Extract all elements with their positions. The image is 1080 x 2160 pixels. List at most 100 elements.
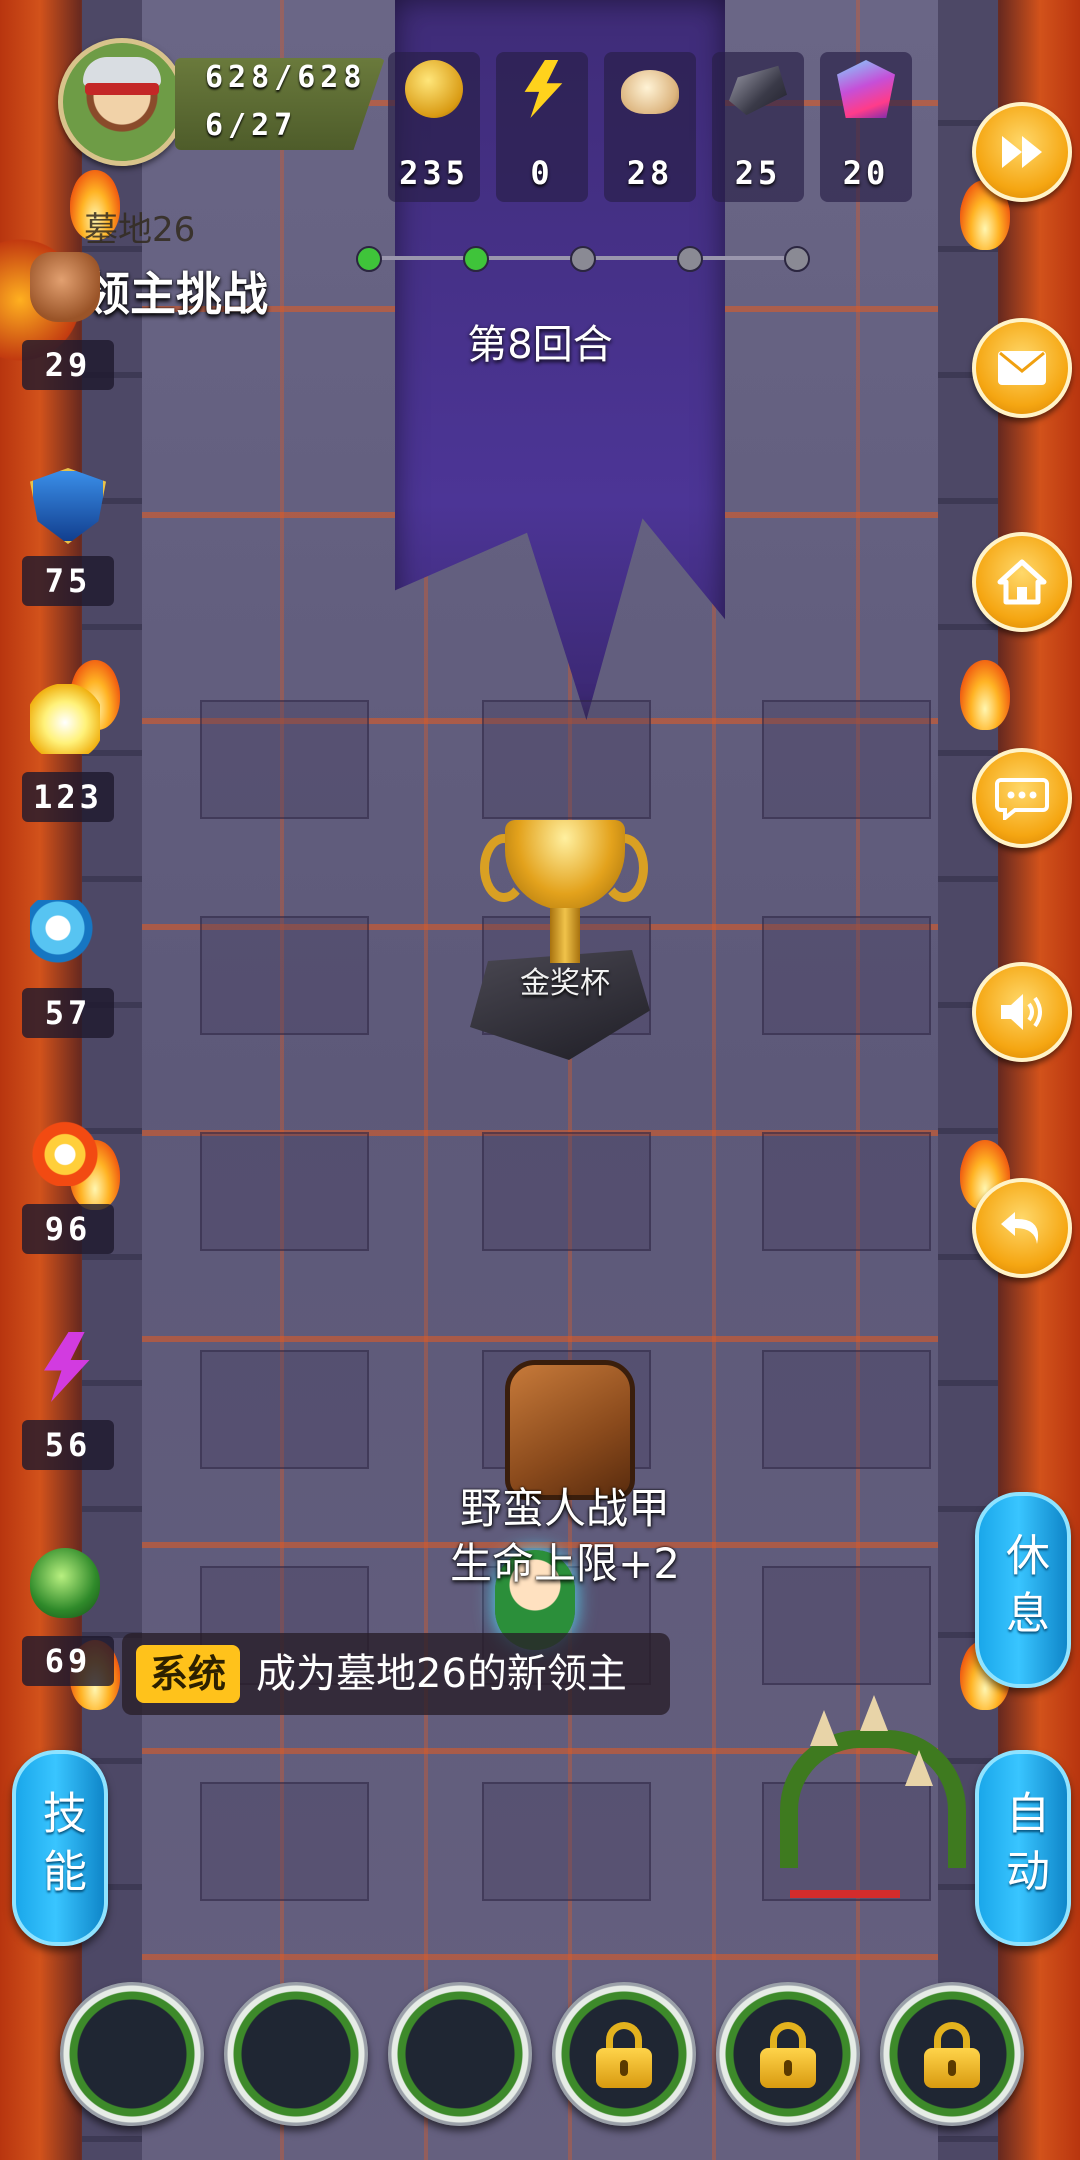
skill-slot-locked[interactable]: [552, 1982, 696, 2126]
hp-value: 628/628: [205, 60, 367, 95]
skill-slot[interactable]: [60, 1982, 204, 2126]
system-tag: 系统: [136, 1645, 240, 1703]
board-cell[interactable]: [200, 1782, 369, 1901]
flame-decoration: [960, 660, 1010, 730]
resource-bun: 28: [604, 52, 696, 202]
lightning-icon: [524, 60, 563, 118]
attribute-value: 123: [22, 772, 114, 822]
enemy-health-bar: [790, 1890, 900, 1898]
vine-spike: [905, 1750, 933, 1786]
attribute-value: 75: [22, 556, 114, 606]
board-cell[interactable]: [200, 1350, 369, 1469]
board-cell[interactable]: [200, 1132, 369, 1251]
chat-button[interactable]: [972, 748, 1072, 848]
item-effect: 生命上限+2: [450, 1539, 680, 1588]
lock-icon: [596, 2022, 652, 2088]
lock-keyhole: [784, 2060, 792, 2076]
board-cell[interactable]: [762, 1132, 931, 1251]
thorn-vine-enemy[interactable]: [760, 1690, 966, 1868]
fast-forward-button[interactable]: [972, 102, 1072, 202]
rest-button[interactable]: 休息: [975, 1492, 1071, 1688]
attribute-value: 29: [22, 340, 114, 390]
attribute-stat[interactable]: 96: [22, 1116, 114, 1266]
progress-dot: [356, 246, 382, 272]
trophy-label: 金奖杯: [520, 966, 610, 1001]
board-cell[interactable]: [482, 1132, 651, 1251]
board-cell[interactable]: [762, 700, 931, 819]
moves-value: 6/27: [205, 108, 298, 143]
home-button[interactable]: [972, 532, 1072, 632]
vine-body: [780, 1730, 966, 1868]
skill-slot-locked[interactable]: [880, 1982, 1024, 2126]
attribute-stat[interactable]: 75: [22, 468, 114, 618]
resource-value: 0: [530, 154, 554, 192]
level-name: 墓地26: [84, 210, 196, 250]
skill-slot-locked[interactable]: [716, 1982, 860, 2126]
back-arrow-icon: [1001, 1212, 1039, 1244]
board-cell[interactable]: [762, 916, 931, 1035]
progress-dot: [570, 246, 596, 272]
avatar-headband: [85, 83, 159, 95]
fire-icon: [30, 1116, 100, 1186]
resource-gem: 20: [820, 52, 912, 202]
holy-light-icon: [30, 684, 100, 754]
lock-keyhole: [948, 2060, 956, 2076]
skill-slot[interactable]: [224, 1982, 368, 2126]
water-wave-icon: [30, 900, 100, 970]
resource-value: 25: [734, 154, 782, 192]
item-name: 野蛮人战甲: [459, 1484, 670, 1533]
lock-icon: [760, 2022, 816, 2088]
lock-icon: [924, 2022, 980, 2088]
resource-value: 235: [399, 154, 469, 192]
attribute-value: 69: [22, 1636, 114, 1686]
game-stage: 628/628 6/27 235 0 28 25 20 墓地26 领主挑战 第8…: [0, 0, 1080, 2160]
crystal-gem-icon: [837, 60, 895, 118]
attribute-stat[interactable]: 123: [22, 684, 114, 834]
challenge-title: 领主挑战: [84, 267, 268, 321]
system-message: 成为墓地26的新领主: [256, 1651, 627, 1697]
lightning-magic-icon: [44, 1332, 90, 1402]
chat-bubble-icon: [995, 778, 1049, 820]
board-cell[interactable]: [200, 916, 369, 1035]
board-cell[interactable]: [762, 1566, 931, 1685]
fast-forward-icon: [1002, 136, 1042, 168]
skills-button[interactable]: 技能: [12, 1750, 108, 1946]
attribute-stat[interactable]: 69: [22, 1548, 114, 1698]
progress-dot: [784, 246, 810, 272]
progress-dot: [463, 246, 489, 272]
skill-slot[interactable]: [388, 1982, 532, 2126]
board-cell[interactable]: [482, 1782, 651, 1901]
back-button[interactable]: [972, 1178, 1072, 1278]
fist-icon: [30, 252, 100, 322]
resource-gold: 235: [388, 52, 480, 202]
attribute-value: 56: [22, 1420, 114, 1470]
attribute-stat[interactable]: 57: [22, 900, 114, 1050]
sound-button[interactable]: [972, 962, 1072, 1062]
attribute-value: 57: [22, 988, 114, 1038]
resource-iron: 25: [712, 52, 804, 202]
iron-ingot-icon: [729, 65, 787, 116]
attribute-value: 96: [22, 1204, 114, 1254]
resource-value: 28: [626, 154, 674, 192]
round-label: 第8回合: [467, 322, 613, 368]
trophy-stem: [550, 908, 580, 963]
mail-button[interactable]: [972, 318, 1072, 418]
progress-dot: [677, 246, 703, 272]
trophy-cup: [505, 820, 625, 910]
shield-icon: [30, 468, 106, 544]
board-cell[interactable]: [762, 1350, 931, 1469]
board-cell[interactable]: [200, 700, 369, 819]
mail-icon: [998, 351, 1046, 385]
resource-energy: 0: [496, 52, 588, 202]
auto-button[interactable]: 自动: [975, 1750, 1071, 1946]
gold-coin-icon: [405, 60, 463, 118]
attribute-stat[interactable]: 29: [22, 252, 114, 402]
home-icon: [997, 559, 1047, 605]
resource-value: 20: [842, 154, 890, 192]
attribute-stat[interactable]: 56: [22, 1332, 114, 1482]
vine-spike: [860, 1695, 888, 1731]
bun-icon: [621, 70, 679, 114]
vine-spike: [810, 1710, 838, 1746]
poison-icon: [30, 1548, 100, 1618]
player-avatar[interactable]: [58, 38, 186, 166]
